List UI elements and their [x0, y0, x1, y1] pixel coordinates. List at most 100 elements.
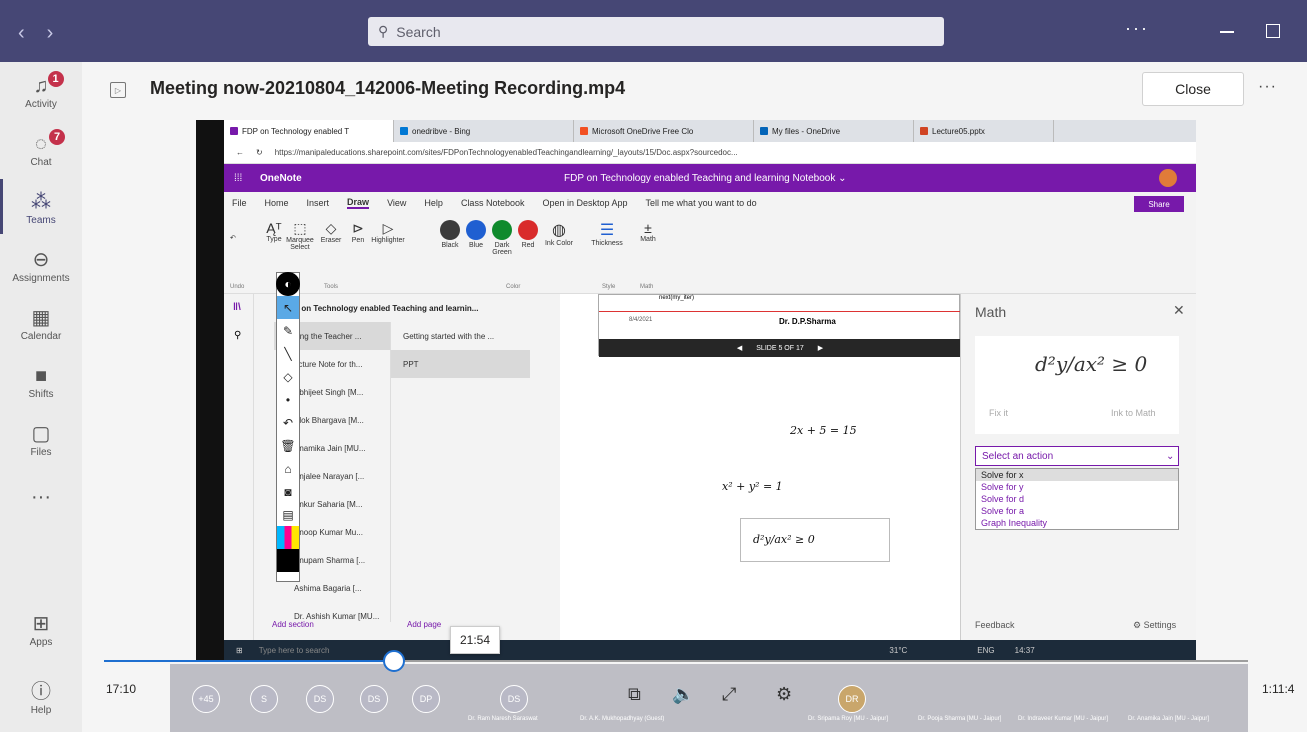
chat-badge: 7	[49, 128, 66, 145]
close-icon: ✕	[1173, 302, 1185, 318]
ink-color: ◍ Ink Color	[544, 222, 573, 247]
apps-icon: ⊞	[32, 612, 50, 635]
participant-name: Dr. Anamika Jain [MU - Jaipur]	[1128, 716, 1210, 722]
tool-type: Ąᵀ Type	[266, 220, 282, 243]
slide-counter: SLIDE 5 OF 17	[756, 344, 804, 352]
rail-item-shifts[interactable]: ■ Shifts	[0, 352, 82, 410]
add-section-link: Add section	[272, 620, 314, 629]
help-icon: ⓘ	[31, 680, 51, 703]
forward-arrow-icon[interactable]: ›	[47, 22, 54, 45]
share-button: Share	[1134, 196, 1184, 212]
nav-rail: ǁ\ ⚲	[224, 294, 254, 640]
slide-date: 8/4/2021	[629, 317, 653, 323]
avatar: DS	[360, 685, 388, 713]
list-item: Solve for d	[981, 494, 1025, 504]
settings-link: ⚙ Settings	[1133, 620, 1177, 630]
browser-address-bar: ← ↻ https://manipaleducations.sharepoint…	[224, 142, 1196, 164]
tab-label: Lecture05.pptx	[932, 126, 985, 136]
equation: 2x + 5 = 15	[790, 424, 857, 437]
tool-pen: ⊳ Pen	[351, 220, 365, 244]
volume-icon[interactable]: 🔈	[672, 684, 694, 705]
rail-label: Shifts	[28, 388, 54, 400]
avatar: +45	[192, 685, 220, 713]
shifts-icon: ■	[34, 364, 48, 387]
windows-start-icon: ⊞	[236, 645, 243, 655]
video-player[interactable]: FDP on Technology enabled T onedribve - …	[196, 120, 1196, 660]
camera-icon: ◙	[284, 484, 292, 499]
feedback-link: Feedback	[975, 620, 1015, 630]
rail-item-files[interactable]: ▢ Files	[0, 410, 82, 468]
app-rail: ♫ 1 Activity ◌ 7 Chat ⁂ Teams ⊖ Assignment…	[0, 62, 82, 732]
ribbon-tab: Insert	[306, 198, 330, 208]
slide-nav-bar: ◀ SLIDE 5 OF 17 ▶	[599, 339, 961, 357]
ribbon-tab: View	[387, 198, 407, 208]
rail-item-calendar[interactable]: ▦ Calendar	[0, 294, 82, 352]
scrubber-handle[interactable]	[383, 650, 405, 672]
rail-item-apps[interactable]: ⊞ Apps	[0, 600, 82, 658]
slide-divider	[599, 311, 961, 312]
math-pane: Math ✕ d²y/ax² ≥ 0 Fix it Ink to Math Se…	[960, 294, 1196, 640]
rail-label: Chat	[30, 156, 52, 168]
current-time: 17:10	[106, 682, 137, 696]
avatar: DS	[306, 685, 334, 713]
slide-author: Dr. D.P.Sharma	[779, 317, 836, 326]
ribbon-tab: Class Notebook	[460, 198, 525, 208]
board-icon: ⌂	[284, 461, 292, 476]
rail-label: Teams	[26, 214, 56, 226]
ink-to-math-link: Ink to Math	[1111, 408, 1156, 418]
rail-item-activity[interactable]: ♫ 1 Activity	[0, 62, 82, 120]
maximize-icon[interactable]	[1266, 24, 1280, 38]
back-arrow-icon[interactable]: ‹	[18, 22, 25, 45]
rail-label: Files	[30, 446, 52, 458]
tab-label: onedribve - Bing	[412, 126, 471, 136]
browser-tab: Microsoft OneDrive Free Clo	[574, 120, 754, 142]
trash-icon: 🗑	[280, 438, 296, 453]
more-options-icon[interactable]: ···	[1258, 78, 1277, 96]
close-button[interactable]: Close	[1142, 72, 1244, 106]
notebook-header: P on Technology enabled Teaching and lea…	[294, 303, 479, 313]
add-page-link: Add page	[407, 620, 442, 629]
search-input[interactable]: ⚲ Search	[368, 17, 944, 46]
clipboard-icon: ▤	[282, 507, 294, 522]
action-options-list: Solve for x Solve for y Solve for d Solv…	[975, 468, 1179, 530]
slide-code: next(my_iter)	[659, 295, 695, 301]
pen-toolbar-overlay: ◉ ↖ ✎ ╲ ◇ • ↶ 🗑 ⌂ ◙ ▤	[276, 272, 300, 582]
rail-item-chat[interactable]: ◌ 7 Chat	[0, 120, 82, 178]
taskbar-search: Type here to search	[258, 645, 330, 655]
total-time: 1:11:4	[1262, 682, 1295, 696]
clock-time: 14:37	[1014, 645, 1035, 655]
powerpoint-favicon-icon	[920, 127, 928, 135]
rail-item-more[interactable]: ···	[0, 468, 82, 526]
settings-gear-icon[interactable]: ⚙	[776, 684, 792, 705]
equation: d²y/ax² ≥ 0	[753, 533, 815, 546]
minimize-icon[interactable]	[1220, 31, 1234, 33]
avatar: DR	[838, 685, 866, 713]
equation: x² + y² = 1	[722, 480, 783, 493]
participant-name: Dr. Sripama Roy [MU - Jaipur]	[808, 716, 889, 722]
rail-item-assignments[interactable]: ⊖ Assignments	[0, 236, 82, 294]
tab-label: My files - OneDrive	[772, 126, 841, 136]
video-file-icon: ▷	[110, 82, 126, 98]
ribbon-tab: File	[232, 198, 247, 208]
pip-icon[interactable]: ⧉	[628, 684, 641, 705]
back-arrow-icon: ←	[236, 148, 244, 157]
browser-tab: My files - OneDrive	[754, 120, 914, 142]
rail-item-help[interactable]: ⓘ Help	[0, 668, 82, 726]
ribbon-tab: Draw	[347, 197, 370, 209]
history-nav: ‹ ›	[18, 22, 53, 45]
more-options-icon[interactable]: ···	[1125, 18, 1149, 39]
color-swatch-icon	[277, 526, 299, 549]
avatar	[1159, 169, 1177, 187]
participant-name: Dr. A.K. Mukhopadhyay (Guest)	[580, 716, 665, 722]
recognized-math-box: d²y/ax² ≥ 0 Fix it Ink to Math	[975, 336, 1179, 434]
participant-name: Dr. Ram Naresh Saraswat	[468, 716, 538, 722]
fullscreen-icon[interactable]: ⤢	[722, 684, 736, 705]
rail-label: Help	[30, 704, 52, 716]
group-label: Tools	[324, 284, 339, 290]
rail-label: Assignments	[12, 272, 70, 284]
fix-it-link: Fix it	[989, 408, 1008, 418]
teams-icon: ⁂	[31, 190, 51, 213]
rail-item-teams[interactable]: ⁂ Teams	[0, 178, 82, 236]
rail-label: Calendar	[20, 330, 62, 342]
recorded-browser-window: FDP on Technology enabled T onedribve - …	[224, 120, 1196, 660]
